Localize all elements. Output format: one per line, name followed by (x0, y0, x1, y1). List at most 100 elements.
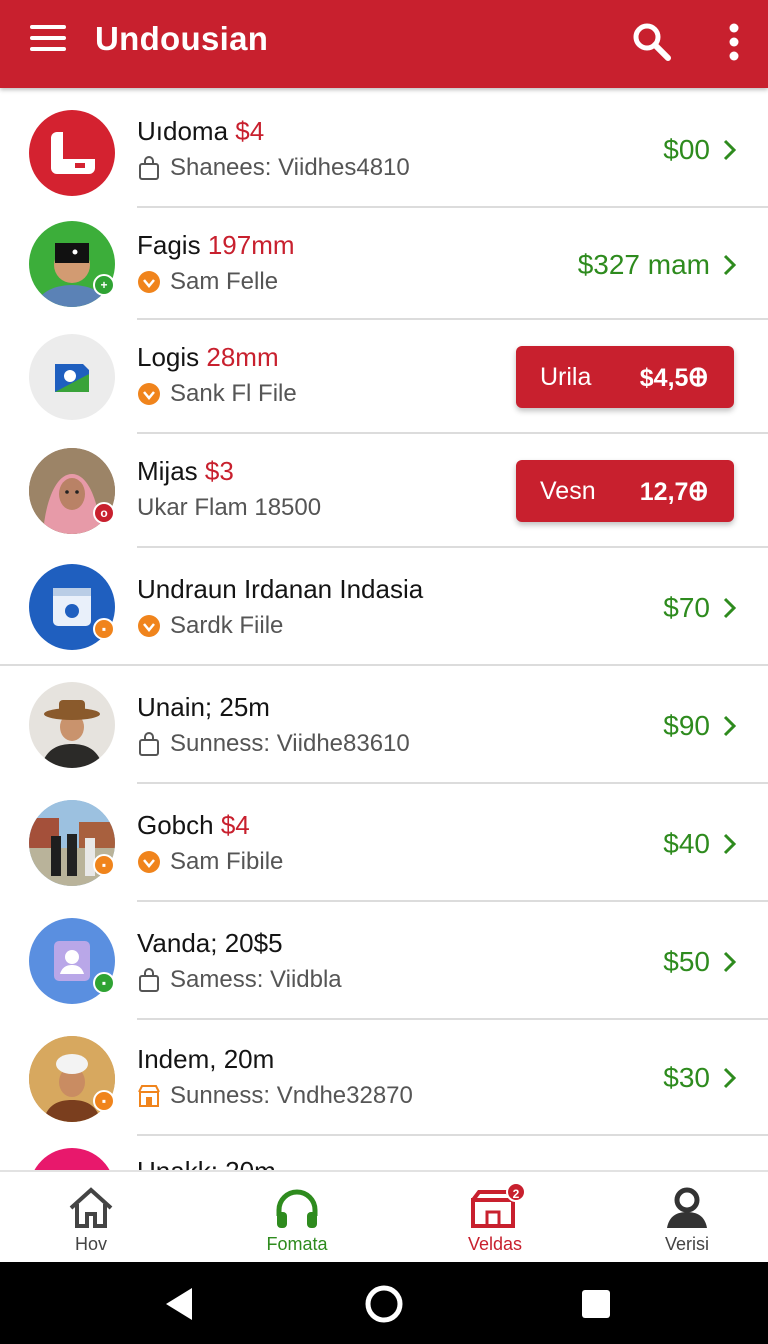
status-badge-icon: o (93, 502, 115, 524)
item-subtitle: Samess: Viidbla (170, 966, 342, 993)
profile-icon (667, 1187, 707, 1228)
more-vertical-icon[interactable] (716, 18, 752, 66)
recents-icon[interactable] (576, 1284, 616, 1324)
price[interactable]: $30 (663, 1062, 738, 1094)
price-value: $40 (663, 828, 710, 859)
price-value: $00 (663, 134, 710, 165)
headphones-icon (276, 1189, 318, 1228)
list-item[interactable]: ▪ Indem, 20m Sunness: Vndhe32870 $30 (0, 1020, 768, 1136)
avatar (29, 682, 115, 768)
nav-item-profile[interactable]: Verisi (612, 1172, 762, 1262)
list-item[interactable]: o Mijas $3 Ukar Flam 18500 Vesn 12,7Ꚛ (0, 434, 768, 548)
item-subtitle: Sardk Fiile (170, 612, 284, 639)
price-value: $327 mam (577, 249, 710, 280)
list-item[interactable]: Unakk; 20m (0, 1136, 768, 1172)
verified-icon (137, 614, 161, 638)
status-badge-icon: ▪ (93, 618, 115, 640)
verified-icon (137, 382, 161, 406)
status-badge-icon: ▪ (93, 854, 115, 876)
button-label: Urila (540, 362, 592, 391)
nav-label: Hov (74, 1234, 107, 1254)
store-icon (137, 1084, 161, 1108)
item-name: Mijas (137, 456, 198, 486)
status-badge-icon: ▪ (93, 1090, 115, 1112)
bag-icon (137, 968, 161, 992)
list-item[interactable]: Uıdoma $4 Shanees: Viidhes4810 $00 (0, 88, 768, 208)
item-highlight: 197mm (207, 230, 295, 260)
list-item[interactable]: + Fagis 197mm Sam Felle $327 mam (0, 208, 768, 320)
chevron-right-icon (723, 715, 737, 737)
nav-label: Fomata (266, 1234, 328, 1254)
item-highlight: $4 (235, 116, 265, 146)
item-name: Fagis (137, 230, 201, 260)
item-subtitle: Shanees: Viidhes4810 (170, 154, 410, 181)
chevron-right-icon (723, 597, 737, 619)
item-name: Indem, 20m (137, 1044, 275, 1074)
chevron-right-icon (723, 254, 737, 276)
item-highlight: 28mm (206, 342, 279, 372)
item-subtitle: Sam Fibile (170, 848, 284, 875)
list-item[interactable]: Logis 28mm Sank Fl File Urila $4,5Ꚛ (0, 320, 768, 434)
item-subtitle: Ukar Flam 18500 (137, 494, 322, 521)
item-name: Undraun Irdanan Indasia (137, 574, 424, 604)
chevron-right-icon (723, 139, 737, 161)
button-label: Vesn (540, 476, 596, 505)
system-navigation-bar (0, 1262, 768, 1344)
price-value: $90 (663, 710, 710, 741)
price-value: $70 (663, 592, 710, 623)
bag-icon (137, 156, 161, 180)
chevron-right-icon (723, 833, 737, 855)
item-subtitle: Sunness: Vndhe32870 (170, 1082, 413, 1109)
item-subtitle: Sunness: Viidhe83610 (170, 730, 410, 757)
item-name: Vanda; 20$5 (137, 928, 283, 958)
avatar (29, 334, 115, 420)
online-badge-icon: ▪ (93, 972, 115, 994)
bag-icon (137, 732, 161, 756)
item-name: Uıdoma (137, 116, 229, 146)
verified-icon (137, 850, 161, 874)
avatar (29, 110, 115, 196)
list-item[interactable]: ▪ Undraun Irdanan Indasia Sardk Fiile $7… (0, 548, 768, 666)
price[interactable]: $70 (663, 592, 738, 624)
button-amount: 12,7Ꚛ (639, 478, 708, 506)
online-badge-icon: + (93, 274, 115, 296)
nav-item-veldas[interactable]: 2 Veldas (420, 1172, 570, 1262)
buy-button[interactable]: Vesn 12,7Ꚛ (516, 460, 734, 522)
nav-label: Veldas (467, 1234, 523, 1254)
item-highlight: $3 (204, 456, 234, 486)
price-value: $30 (663, 1062, 710, 1093)
chevron-right-icon (723, 1067, 737, 1089)
item-subtitle: Sank Fl File (170, 380, 297, 407)
item-name: Unain; 25m (137, 692, 270, 722)
button-amount: $4,5Ꚛ (639, 364, 708, 392)
search-icon[interactable] (628, 18, 676, 66)
list-item[interactable]: ▪ Gobch $4 Sam Fibile $40 (0, 784, 768, 902)
verified-icon (137, 270, 161, 294)
buy-button[interactable]: Urila $4,5Ꚛ (516, 346, 734, 408)
item-subtitle: Sam Felle (170, 268, 279, 295)
back-icon[interactable] (160, 1284, 200, 1324)
nav-item-home[interactable]: Hov (16, 1172, 166, 1262)
price-value: $50 (663, 946, 710, 977)
home-icon (69, 1187, 113, 1228)
home-circle-icon[interactable] (364, 1284, 404, 1324)
avatar (29, 1148, 115, 1172)
app-title: Undousian (95, 20, 269, 57)
nav-item-fomata[interactable]: Fomata (222, 1172, 372, 1262)
list-item[interactable]: Unain; 25m Sunness: Viidhe83610 $90 (0, 666, 768, 784)
item-highlight: $4 (220, 810, 250, 840)
nav-label: Verisi (664, 1234, 709, 1254)
hamburger-icon[interactable] (30, 25, 66, 61)
cart-count-badge: 2 (506, 1182, 526, 1202)
price[interactable]: $00 (663, 134, 738, 166)
item-list: Uıdoma $4 Shanees: Viidhes4810 $00 + Fag… (0, 88, 768, 1172)
price[interactable]: $40 (663, 828, 738, 860)
item-name: Gobch (137, 810, 214, 840)
price[interactable]: $50 (663, 946, 738, 978)
list-item[interactable]: ▪ Vanda; 20$5 Samess: Viidbla $50 (0, 902, 768, 1020)
app-bar: Undousian (0, 0, 768, 88)
price[interactable]: $327 mam (578, 249, 738, 281)
item-name: Logis (137, 342, 200, 372)
price[interactable]: $90 (663, 710, 738, 742)
bottom-navigation: Hov Fomata 2 Veldas Verisi (0, 1170, 768, 1262)
